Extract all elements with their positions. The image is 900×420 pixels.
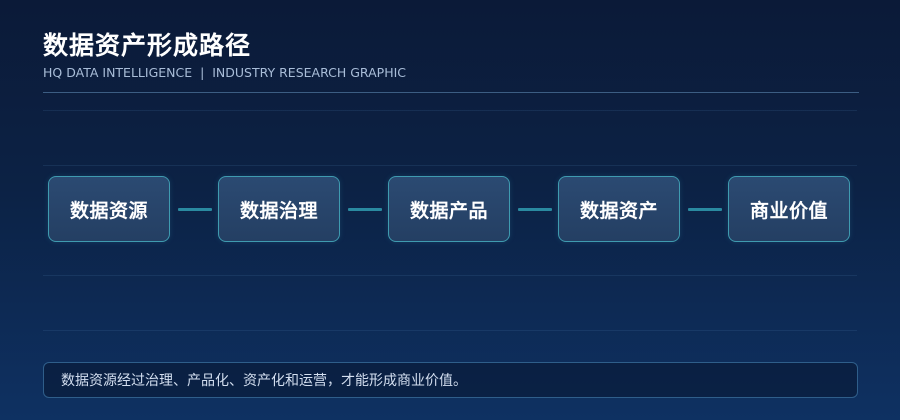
grid-line — [43, 330, 857, 331]
header: 数据资产形成路径 HQ DATA INTELLIGENCE | INDUSTRY… — [43, 30, 857, 81]
flow-step-data-governance: 数据治理 — [218, 176, 340, 242]
process-flow: 数据资源 数据治理 数据产品 数据资产 商业价值 — [48, 176, 854, 244]
flow-step-data-assets: 数据资产 — [558, 176, 680, 242]
page-title: 数据资产形成路径 — [43, 31, 252, 60]
flow-connector — [688, 208, 722, 211]
flow-connector — [178, 208, 212, 211]
grid-line — [43, 110, 857, 111]
grid-line — [43, 165, 857, 166]
summary-note: 数据资源经过治理、产品化、资产化和运营，才能形成商业价值。 — [43, 362, 858, 398]
flow-step-data-products: 数据产品 — [388, 176, 510, 242]
flow-step-data-resources: 数据资源 — [48, 176, 170, 242]
header-divider — [43, 92, 859, 93]
flow-connector — [348, 208, 382, 211]
grid-line — [43, 275, 857, 276]
page-subtitle: HQ DATA INTELLIGENCE | INDUSTRY RESEARCH… — [43, 65, 407, 80]
flow-step-business-value: 商业价值 — [728, 176, 850, 242]
flow-connector — [518, 208, 552, 211]
summary-note-text: 数据资源经过治理、产品化、资产化和运营，才能形成商业价值。 — [61, 373, 467, 389]
